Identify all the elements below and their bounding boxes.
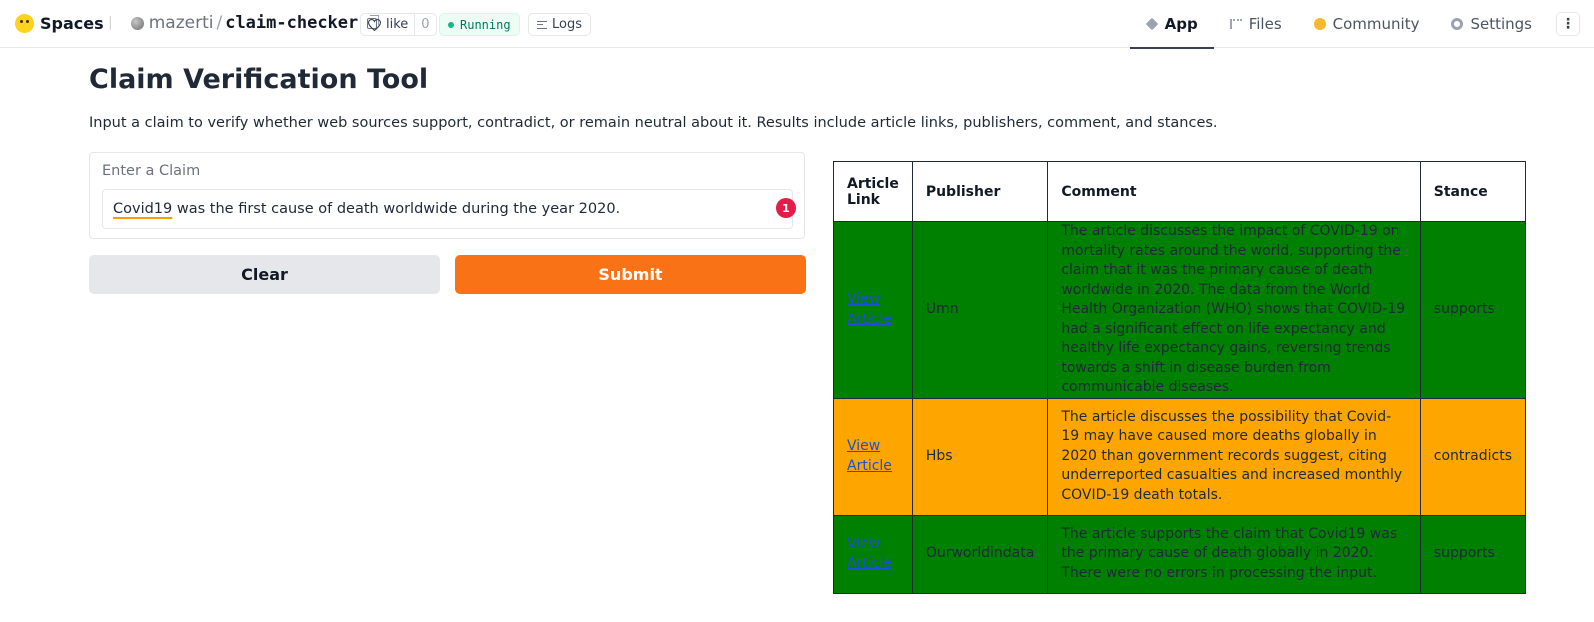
breadcrumb-separator: / [216,13,223,33]
view-article-link[interactable]: View Article [847,291,892,327]
logs-button[interactable]: Logs [528,13,591,36]
claim-textbox[interactable]: Covid19 was the first cause of death wor… [102,189,793,229]
header-publisher: Publisher [911,161,1049,222]
status-label: Running [460,17,511,32]
comment-cell: The article discusses the impact of COVI… [1047,221,1421,399]
like-label: like [386,17,409,32]
divider: | [108,15,113,31]
publisher-cell: Umn [911,221,1049,399]
claim-label: Enter a Claim [102,163,201,179]
brand-label: Spaces [40,14,104,33]
header-article-link: Article Link [833,161,913,222]
heart-icon [368,18,381,31]
tab-app[interactable]: App [1129,0,1214,49]
tab-community[interactable]: Community [1298,0,1436,48]
like-count[interactable]: 0 [415,17,435,32]
breadcrumb: | mazerti / claim-checker [102,13,380,33]
more-options-button[interactable]: ⋮ [1556,12,1580,36]
publisher-cell: Ourworldindata [911,514,1049,594]
table-header-row: Article Link Publisher Comment Stance [833,161,1527,222]
status-dot-icon [448,21,454,28]
header-stance: Stance [1419,161,1527,222]
stance-cell: supports [1419,221,1527,399]
logs-label: Logs [552,17,582,32]
app-icon [1145,17,1158,31]
misspelled-word[interactable]: Covid19 [113,201,172,217]
article-link-cell: View Article [833,397,913,516]
tab-settings[interactable]: Settings [1435,0,1548,48]
space-nav: App Files Community Settings ⋮ [1129,0,1594,49]
claim-text: was the first cause of death worldwide d… [172,201,621,217]
tab-settings-label: Settings [1470,15,1532,33]
stance-cell: contradicts [1419,397,1527,516]
comment-cell: The article discusses the possibility th… [1047,397,1421,516]
tab-app-label: App [1164,15,1198,33]
table-row: View Article Ourworldindata The article … [833,514,1527,594]
tab-community-label: Community [1332,15,1420,33]
hugging-face-logo-icon [15,14,34,33]
comment-cell: The article supports the claim that Covi… [1047,514,1421,594]
owner-link[interactable]: mazerti [149,13,214,33]
spaces-brand[interactable]: Spaces [15,14,104,33]
tab-files[interactable]: Files [1214,0,1298,48]
results-table: Article Link Publisher Comment Stance Vi… [833,161,1527,594]
avatar[interactable] [130,16,144,30]
header-comment: Comment [1047,161,1421,222]
repo-name-link[interactable]: claim-checker [225,13,358,33]
settings-icon [1451,18,1464,30]
table-row: View Article Hbs The article discusses t… [833,397,1527,516]
table-row: View Article Umn The article discusses t… [833,221,1527,399]
claim-input-block: Enter a Claim Covid19 was the first caus… [89,152,805,239]
page-title: Claim Verification Tool [89,64,429,95]
article-link-cell: View Article [833,514,913,594]
stance-cell: supports [1419,514,1527,594]
view-article-link[interactable]: View Article [847,438,892,474]
top-bar: Spaces | mazerti / claim-checker like 0 … [0,0,1594,49]
files-icon [1229,19,1242,29]
like-toggle[interactable]: like [361,14,416,35]
page-description: Input a claim to verify whether web sour… [89,115,1218,131]
submit-button[interactable]: Submit [455,255,806,294]
like-button[interactable]: like 0 [360,13,437,36]
community-icon [1313,18,1326,30]
clear-button[interactable]: Clear [89,255,440,294]
error-count-badge[interactable]: 1 [776,198,796,218]
logs-icon [537,20,547,29]
status-badge[interactable]: Running [439,13,520,36]
view-article-link[interactable]: View Article [847,536,892,572]
publisher-cell: Hbs [911,397,1049,516]
tab-files-label: Files [1248,15,1282,33]
article-link-cell: View Article [833,221,913,399]
